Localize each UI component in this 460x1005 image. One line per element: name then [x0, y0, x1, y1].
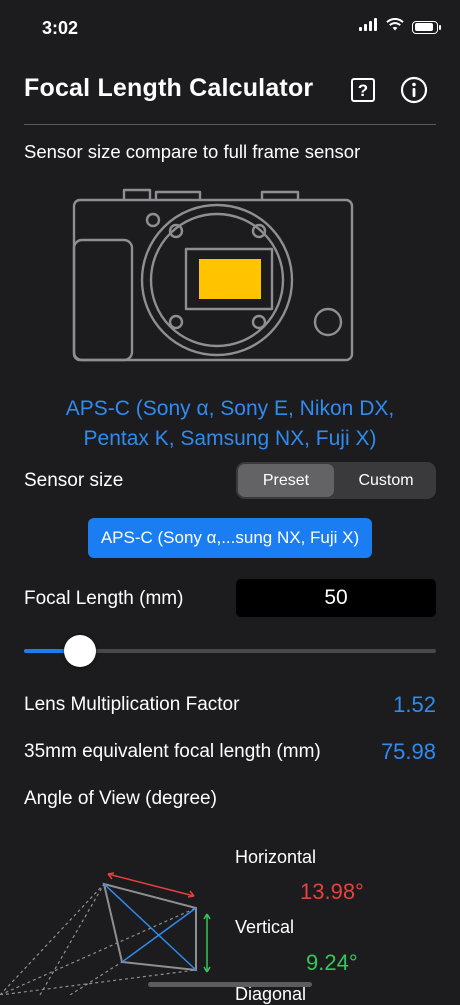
sensor-size-segmented-control: Preset Custom: [236, 462, 436, 499]
equiv-focal-value: 75.98: [380, 739, 436, 764]
focal-length-label: Focal Length (mm): [24, 588, 184, 609]
segment-custom[interactable]: Custom: [338, 464, 434, 497]
sensor-caption: APS-C (Sony α, Sony E, Nikon DX, Pentax …: [24, 394, 436, 454]
segment-preset[interactable]: Preset: [238, 464, 334, 497]
sensor-preset-button[interactable]: APS-C (Sony α,...sung NX, Fuji X): [88, 518, 372, 558]
battery-icon: [412, 20, 441, 34]
equiv-focal-label: 35mm equivalent focal length (mm): [24, 741, 321, 762]
svg-text:?: ?: [358, 81, 368, 100]
sensor-rect: [199, 259, 261, 299]
wifi-icon: [386, 18, 404, 36]
horizontal-value: 13.98°: [300, 879, 364, 904]
signal-icon: [359, 18, 378, 36]
question-square-icon: ?: [351, 78, 375, 102]
sensor-caption-line1: APS-C (Sony α, Sony E, Nikon DX,: [65, 397, 395, 420]
home-indicator: [148, 982, 312, 987]
horizontal-label: Horizontal: [235, 847, 317, 867]
sensor-size-label: Sensor size: [24, 470, 124, 491]
page-title: Focal Length Calculator: [24, 74, 314, 102]
focal-length-input[interactable]: 50: [236, 579, 436, 617]
camera-illustration: [72, 188, 354, 362]
vertical-value: 9.24°: [306, 950, 358, 975]
status-icons: [359, 18, 441, 36]
info-button[interactable]: [400, 76, 428, 104]
info-circle-icon: [400, 76, 428, 104]
header-divider: [24, 124, 436, 125]
aov-label: Angle of View (degree): [24, 788, 217, 809]
horizontal-arrow: [107, 873, 195, 897]
compare-label: Sensor size compare to full frame sensor: [24, 141, 361, 162]
status-time: 3:02: [42, 18, 79, 38]
lmf-value: 1.52: [393, 692, 436, 717]
vertical-label: Vertical: [235, 917, 295, 937]
angle-of-view-diagram: [0, 872, 211, 995]
slider-thumb[interactable]: [64, 635, 97, 667]
sensor-caption-line2: Pentax K, Samsung NX, Fuji X): [83, 427, 377, 450]
battery-level: [414, 23, 433, 31]
lmf-label: Lens Multiplication Factor: [24, 694, 240, 715]
help-button[interactable]: ?: [349, 76, 377, 104]
